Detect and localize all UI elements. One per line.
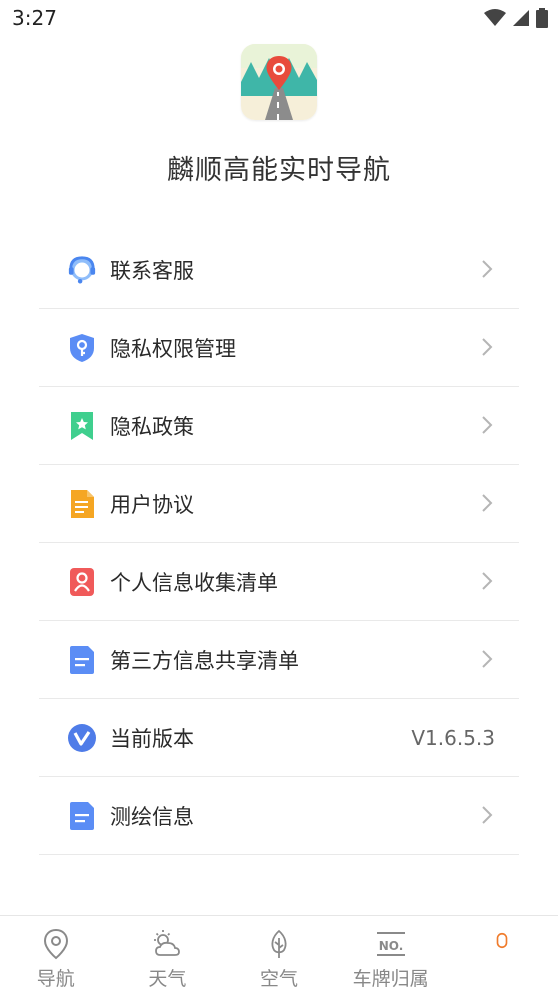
version-icon <box>67 723 97 753</box>
third-party-info-icon <box>67 645 97 675</box>
battery-icon <box>536 8 548 28</box>
location-pin-icon <box>43 928 68 960</box>
status-icons <box>484 8 548 28</box>
license-plate-icon: NO. <box>376 932 405 956</box>
menu-item-privacy-policy[interactable]: 隐私政策 <box>39 387 519 465</box>
tab-label: 空气 <box>259 968 298 990</box>
tab-navigation[interactable]: 导航 <box>0 916 112 992</box>
leaf-icon <box>271 929 287 958</box>
menu-item-label: 个人信息收集清单 <box>110 570 278 595</box>
app-title: 麟顺高能实时导航 <box>167 155 391 186</box>
privacy-policy-icon <box>67 411 97 441</box>
tab-air[interactable]: 空气 <box>223 916 335 992</box>
chevron-right-icon <box>482 494 493 512</box>
tab-profile[interactable] <box>446 916 558 992</box>
chevron-right-icon <box>482 338 493 356</box>
chevron-right-icon <box>482 806 493 824</box>
menu-item-customer-service[interactable]: 联系客服 <box>39 231 519 309</box>
menu-item-personal-info[interactable]: 个人信息收集清单 <box>39 543 519 621</box>
bottom-tab-bar: 导航 天气 空气 NO. 车牌归属 <box>0 915 558 992</box>
tab-license-plate[interactable]: NO. 车牌归属 <box>335 916 447 992</box>
chevron-right-icon <box>482 416 493 434</box>
user-agreement-icon <box>67 489 97 519</box>
menu-item-label: 隐私权限管理 <box>110 336 236 361</box>
app-logo <box>241 44 317 120</box>
menu-item-current-version: 当前版本 V1.6.5.3 <box>39 699 519 777</box>
chevron-right-icon <box>482 260 493 278</box>
weather-icon <box>154 930 181 956</box>
menu-item-label: 当前版本 <box>110 726 194 751</box>
status-time: 3:27 <box>12 6 57 30</box>
menu-item-third-party-info[interactable]: 第三方信息共享清单 <box>39 621 519 699</box>
menu-item-mapping-info[interactable]: 测绘信息 <box>39 777 519 855</box>
version-value: V1.6.5.3 <box>411 725 495 750</box>
app-header: 麟顺高能实时导航 <box>0 44 558 187</box>
status-bar: 3:27 <box>0 0 558 36</box>
chevron-right-icon <box>482 650 493 668</box>
svg-text:NO.: NO. <box>378 939 403 953</box>
privacy-permission-icon <box>67 333 97 363</box>
menu-item-label: 联系客服 <box>110 258 194 283</box>
chevron-right-icon <box>482 572 493 590</box>
tab-label: 车牌归属 <box>352 968 429 990</box>
menu-item-label: 隐私政策 <box>110 414 194 439</box>
tab-label: 天气 <box>148 968 187 990</box>
profile-icon <box>496 932 508 949</box>
signal-icon <box>513 10 529 26</box>
tab-label: 导航 <box>36 968 75 990</box>
personal-info-icon <box>67 567 97 597</box>
wifi-icon <box>484 9 506 26</box>
menu-item-label: 测绘信息 <box>110 804 194 829</box>
menu-item-label: 第三方信息共享清单 <box>110 648 299 673</box>
settings-menu: 联系客服 隐私权限管理 隐私政策 用户协议 个人信息收集清单 第三方信息共享清单… <box>39 231 519 855</box>
menu-item-privacy-permissions[interactable]: 隐私权限管理 <box>39 309 519 387</box>
menu-item-label: 用户协议 <box>110 492 194 517</box>
tab-weather[interactable]: 天气 <box>112 916 224 992</box>
mapping-info-icon <box>67 801 97 831</box>
customer-service-icon <box>67 255 97 285</box>
menu-item-user-agreement[interactable]: 用户协议 <box>39 465 519 543</box>
